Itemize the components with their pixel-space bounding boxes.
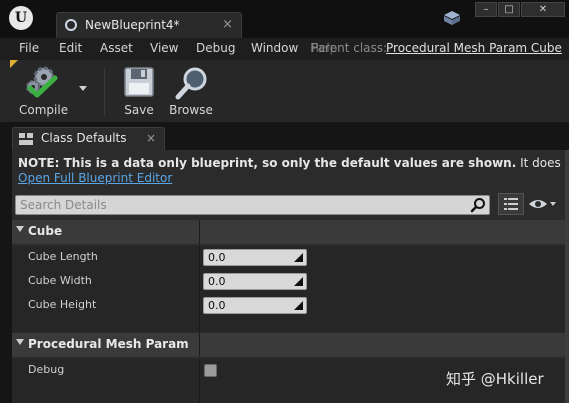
category-expand-arrow-icon: [16, 339, 24, 345]
visibility-eye-icon[interactable]: [528, 196, 558, 212]
tab-class-defaults[interactable]: Class Defaults ×: [12, 127, 165, 150]
browse-button[interactable]: Browse: [168, 64, 214, 120]
category-procedural-mesh-param-label: Procedural Mesh Param: [28, 337, 189, 351]
category-expand-arrow-icon: [16, 226, 24, 232]
minimize-button[interactable]: –: [475, 2, 497, 17]
column-divider: [199, 246, 200, 270]
document-tab[interactable]: NewBlueprint4* ×: [56, 12, 242, 38]
property-row: Cube Length 0.0: [12, 246, 569, 270]
document-tab-label: NewBlueprint4*: [85, 18, 180, 32]
panel-tab-strip: Class Defaults ×: [0, 122, 569, 150]
column-divider: [199, 359, 200, 385]
tab-close-icon[interactable]: ×: [146, 131, 156, 145]
tab-class-defaults-label: Class Defaults: [41, 131, 127, 145]
menu-bar: File Edit Asset View Debug Window Help P…: [0, 38, 569, 61]
browse-magnifier-icon: [175, 67, 207, 100]
drag-handle-icon[interactable]: [294, 277, 303, 286]
compile-gear-icon: [26, 66, 58, 98]
source-control-icon[interactable]: [444, 11, 460, 25]
property-row: Cube Width 0.0: [12, 270, 569, 294]
property-row: Cube Height 0.0: [12, 294, 569, 318]
data-only-note: NOTE: This is a data only blueprint, so …: [18, 156, 569, 170]
column-divider: [199, 270, 200, 294]
title-bar: U NewBlueprint4* × – □ ✕: [0, 0, 569, 38]
search-input[interactable]: Search Details: [15, 195, 490, 215]
category-cube[interactable]: Cube: [12, 220, 569, 244]
save-label: Save: [124, 103, 154, 117]
column-divider: [199, 318, 200, 332]
debug-checkbox[interactable]: [204, 364, 217, 377]
cube-height-input[interactable]: 0.0: [203, 297, 307, 314]
toolbar-separator: [104, 68, 105, 116]
search-placeholder: Search Details: [20, 198, 107, 212]
menu-edit[interactable]: Edit: [59, 41, 82, 55]
class-defaults-panel: NOTE: This is a data only blueprint, so …: [12, 150, 569, 403]
cube-width-value: 0.0: [208, 275, 226, 288]
cube-length-label: Cube Length: [28, 250, 98, 263]
column-divider: [199, 385, 200, 403]
drag-handle-icon[interactable]: [294, 301, 303, 310]
column-divider: [199, 220, 200, 244]
watermark-text: 知乎 @Hkiller: [446, 370, 544, 388]
note-bold-text: NOTE: This is a data only blueprint, so …: [18, 156, 517, 170]
cube-length-input[interactable]: 0.0: [203, 249, 307, 266]
menu-debug[interactable]: Debug: [196, 41, 235, 55]
cube-width-input[interactable]: 0.0: [203, 273, 307, 290]
left-dock-strip: [0, 150, 12, 403]
drag-handle-icon[interactable]: [294, 253, 303, 262]
cube-height-value: 0.0: [208, 299, 226, 312]
parent-class-link[interactable]: Procedural Mesh Param Cube: [386, 41, 562, 55]
close-button[interactable]: ✕: [521, 2, 565, 17]
category-procedural-mesh-param[interactable]: Procedural Mesh Param: [12, 333, 569, 357]
cube-length-value: 0.0: [208, 251, 226, 264]
category-spacer: [12, 318, 569, 332]
save-disk-icon: [124, 67, 154, 97]
note-rest-text: It does not have any script or: [520, 156, 569, 170]
document-tab-close-icon[interactable]: ×: [222, 17, 233, 32]
cube-height-label: Cube Height: [28, 298, 97, 311]
panel-scrollbar[interactable]: [565, 150, 569, 403]
menu-asset[interactable]: Asset: [100, 41, 133, 55]
compile-label: Compile: [19, 103, 69, 117]
save-button[interactable]: Save: [118, 64, 160, 120]
browse-label: Browse: [169, 103, 213, 117]
open-full-editor-link[interactable]: Open Full Blueprint Editor: [18, 171, 172, 185]
category-cube-label: Cube: [28, 224, 63, 238]
menu-file[interactable]: File: [19, 41, 39, 55]
parent-class-label: Parent class:: [311, 41, 388, 55]
cube-width-label: Cube Width: [28, 274, 92, 287]
menu-view[interactable]: View: [150, 41, 178, 55]
debug-label: Debug: [28, 363, 65, 376]
class-defaults-icon: [19, 133, 33, 145]
search-icon: [470, 198, 485, 213]
compile-options-chevron-down-icon[interactable]: [78, 86, 88, 92]
toolbar: Compile Save Browse: [0, 60, 569, 122]
view-options-list-button[interactable]: [498, 193, 524, 215]
column-divider: [199, 294, 200, 318]
menu-window[interactable]: Window: [251, 41, 298, 55]
maximize-button[interactable]: □: [498, 2, 520, 17]
list-icon: [504, 198, 518, 210]
compile-button[interactable]: Compile: [14, 64, 70, 120]
column-divider: [199, 333, 200, 357]
blueprint-icon: [65, 19, 77, 31]
unreal-logo-icon: U: [9, 6, 33, 30]
